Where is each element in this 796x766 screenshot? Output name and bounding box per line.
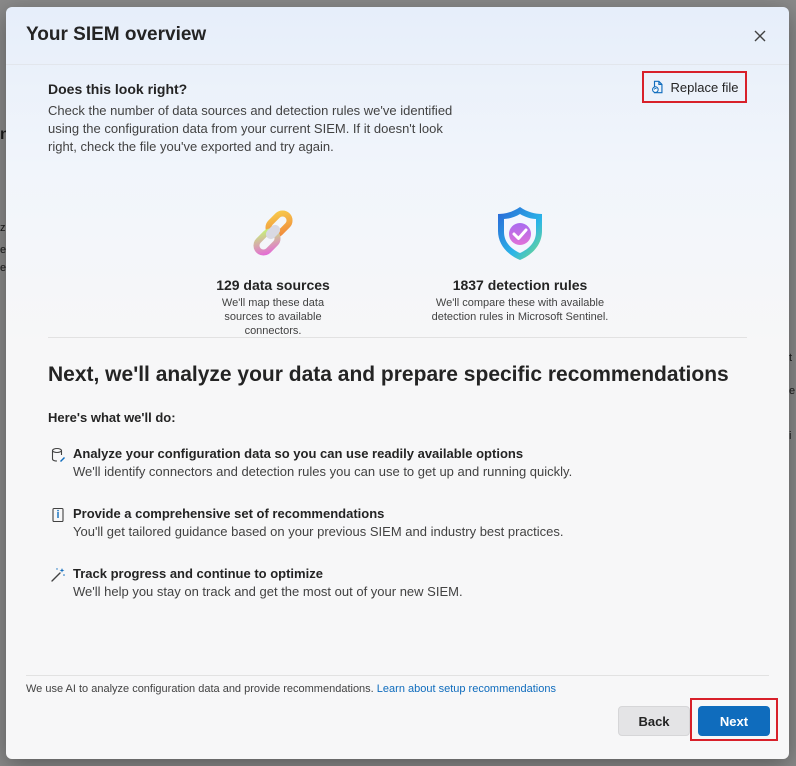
plan-heading: Next, we'll analyze your data and prepar… (48, 363, 729, 386)
background-fragment: e (789, 385, 796, 397)
close-button[interactable] (749, 25, 771, 47)
stat-detection-rules: 1837 detection rules We'll compare these… (405, 203, 635, 324)
magic-wand-icon (51, 568, 65, 582)
step-description: We'll help you stay on track and get the… (73, 584, 463, 599)
background-fragment: z (0, 222, 6, 234)
siem-overview-dialog: Your SIEM overview Does this look right?… (6, 7, 789, 759)
next-button[interactable]: Next (698, 706, 770, 736)
title-divider (6, 64, 789, 65)
close-icon (754, 30, 766, 42)
footer-divider (26, 675, 769, 676)
stat-data-sources: 129 data sources We'll map these data so… (158, 203, 388, 338)
document-sync-icon (651, 80, 663, 94)
back-button[interactable]: Back (618, 706, 690, 736)
disclaimer-text: We use AI to analyze configuration data … (26, 683, 374, 695)
step-title: Provide a comprehensive set of recommend… (73, 506, 385, 521)
book-icon (52, 507, 64, 523)
step-title: Track progress and continue to optimize (73, 566, 323, 581)
confirm-description: Check the number of data sources and det… (48, 103, 453, 154)
plan-subheading: Here's what we'll do: (48, 410, 176, 425)
stat-description: We'll compare these with available detec… (431, 297, 609, 323)
background-fragment: t (789, 352, 793, 364)
database-icon (51, 447, 65, 462)
step-title: Analyze your configuration data so you c… (73, 446, 524, 461)
step-description: You'll get tailored guidance based on yo… (73, 524, 564, 539)
shield-check-icon (498, 207, 542, 260)
chain-link-icon (253, 210, 293, 256)
stat-title: 129 data sources (216, 277, 330, 293)
step-description: We'll identify connectors and detection … (73, 464, 573, 479)
replace-file-label: Replace file (670, 79, 739, 95)
background-fragment: i (789, 430, 792, 442)
confirm-heading: Does this look right? (48, 81, 188, 97)
replace-file-button[interactable]: Replace file (642, 71, 747, 103)
stat-description: We'll map these data sources to availabl… (221, 297, 325, 337)
stat-title: 1837 detection rules (452, 277, 588, 293)
ai-disclaimer: We use AI to analyze configuration data … (26, 683, 556, 695)
section-divider (48, 337, 747, 338)
learn-more-link[interactable]: Learn about setup recommendations (377, 683, 556, 695)
dialog-title: Your SIEM overview (26, 24, 207, 45)
